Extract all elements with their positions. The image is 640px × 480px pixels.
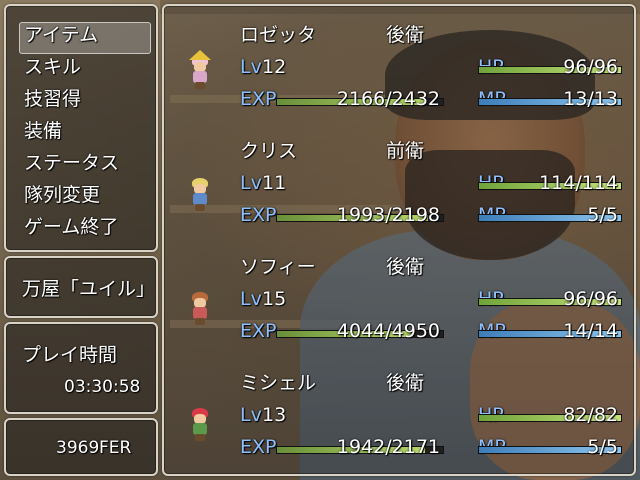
party-member-1[interactable]: ロゼッタ 後衛 Lv 12 EXP 2166/2432 HP 96/96 MP … (164, 6, 634, 122)
member-mp: 14/14 (563, 320, 618, 342)
member-exp: 2166/2432 (336, 88, 440, 110)
menu-item-skill[interactable]: スキル (24, 56, 81, 78)
exp-label: EXP (240, 320, 277, 342)
member-name: ロゼッタ (240, 24, 317, 46)
member-hp: 82/82 (563, 404, 618, 426)
member-hp: 114/114 (539, 172, 618, 194)
member-mp: 5/5 (587, 204, 618, 226)
playtime-value: 03:30:58 (64, 377, 141, 397)
level-label: Lv (240, 172, 262, 194)
member-level: 12 (262, 56, 287, 78)
menu-item-end-game[interactable]: ゲーム終了 (24, 216, 118, 238)
rosetta-sprite (186, 50, 214, 90)
member-hp: 96/96 (563, 56, 618, 78)
menu-item-formation[interactable]: 隊列変更 (24, 184, 100, 206)
playtime-label: プレイ時間 (22, 344, 118, 366)
gold-window: 3969 FER (4, 418, 158, 476)
party-member-2[interactable]: クリス 前衛 Lv 11 EXP 1993/2198 HP 114/114 MP… (164, 122, 634, 238)
michel-sprite (186, 402, 214, 442)
menu-item-learn-skill[interactable]: 技習得 (24, 88, 81, 110)
location-window: 万屋「ユイル」 (4, 256, 158, 318)
member-level: 15 (262, 288, 287, 310)
gold-amount: 3969 (56, 438, 100, 458)
gold-unit: FER (99, 438, 132, 458)
exp-label: EXP (240, 88, 277, 110)
member-mp: 5/5 (587, 436, 618, 458)
game-screen: アイテム スキル 技習得 装備 ステータス 隊列変更 ゲーム終了 万屋「ユイル」… (0, 0, 640, 480)
menu-item-status[interactable]: ステータス (24, 152, 119, 174)
menu-item-equip[interactable]: 装備 (24, 120, 62, 142)
member-row: 後衛 (386, 256, 425, 278)
location-name: 万屋「ユイル」 (22, 278, 156, 300)
chris-sprite (186, 172, 214, 212)
member-exp: 1993/2198 (336, 204, 440, 226)
member-row: 後衛 (386, 372, 425, 394)
playtime-window: プレイ時間 03:30:58 (4, 322, 158, 414)
member-hp: 96/96 (563, 288, 618, 310)
level-label: Lv (240, 404, 262, 426)
member-exp: 1942/2171 (336, 436, 440, 458)
member-row: 前衛 (386, 140, 425, 162)
level-label: Lv (240, 56, 262, 78)
party-status-window: ロゼッタ 後衛 Lv 12 EXP 2166/2432 HP 96/96 MP … (162, 4, 636, 476)
party-member-4[interactable]: ミシェル 後衛 Lv 13 EXP 1942/2171 HP 82/82 MP … (164, 354, 634, 470)
command-menu-window: アイテム スキル 技習得 装備 ステータス 隊列変更 ゲーム終了 (4, 4, 158, 252)
member-exp: 4044/4950 (336, 320, 440, 342)
member-level: 13 (262, 404, 287, 426)
exp-label: EXP (240, 204, 277, 226)
member-name: ソフィー (240, 256, 316, 278)
sophie-sprite (186, 286, 214, 326)
member-name: クリス (240, 140, 298, 162)
member-name: ミシェル (240, 372, 317, 394)
member-level: 11 (262, 172, 287, 194)
member-row: 後衛 (386, 24, 425, 46)
exp-label: EXP (240, 436, 277, 458)
member-mp: 13/13 (563, 88, 618, 110)
party-member-3[interactable]: ソフィー 後衛 Lv 15 EXP 4044/4950 HP 96/96 MP … (164, 238, 634, 354)
menu-item-item[interactable]: アイテム (24, 24, 98, 46)
level-label: Lv (240, 288, 262, 310)
